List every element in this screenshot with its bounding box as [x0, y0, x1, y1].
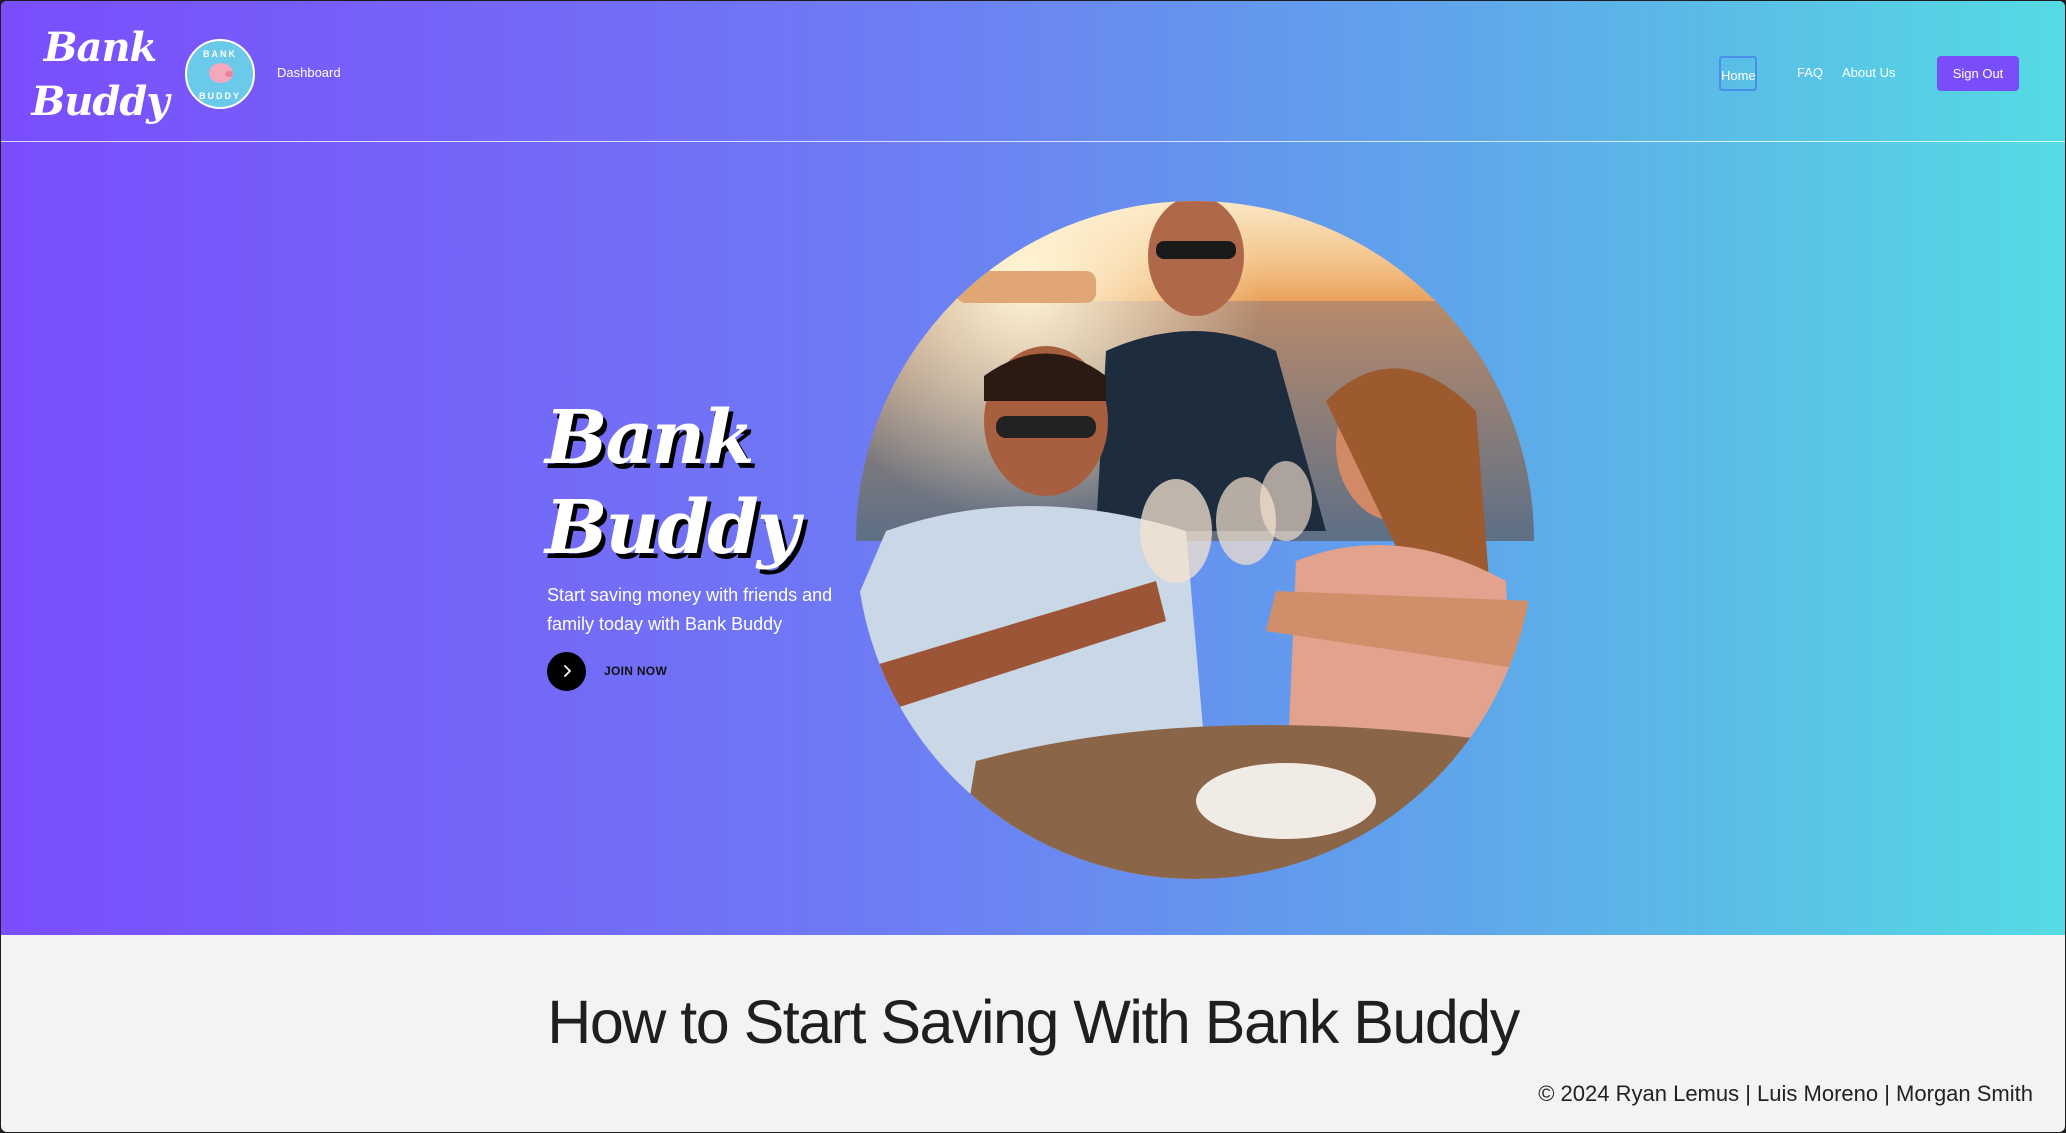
join-now-button[interactable]: JOIN NOW — [547, 651, 667, 691]
hero-section: Bank Buddy BANK BUDDY Dashboard Home FAQ… — [1, 1, 2065, 935]
hero-title-line-1: Bank — [545, 395, 755, 481]
join-now-label[interactable]: JOIN NOW — [604, 664, 667, 678]
piggy-bank-logo[interactable]: BANK BUDDY — [185, 39, 255, 109]
nav-link-dashboard[interactable]: Dashboard — [277, 65, 341, 80]
nav-link-about-us[interactable]: About Us — [1842, 65, 1895, 80]
piggy-icon — [209, 63, 233, 83]
hero-title: Bank Buddy — [545, 393, 865, 573]
brand-line-1: Bank — [43, 24, 158, 71]
friends-toasting-photo — [856, 201, 1534, 879]
hero-subtitle: Start saving money with friends and fami… — [547, 585, 833, 634]
chevron-right-icon[interactable] — [547, 651, 586, 691]
nav-link-faq[interactable]: FAQ — [1797, 65, 1823, 80]
browser-viewport: Bank Buddy BANK BUDDY Dashboard Home FAQ… — [1, 1, 2065, 1132]
sign-out-button[interactable]: Sign Out — [1937, 56, 2019, 91]
logo-ring-bottom-text: BUDDY — [198, 91, 241, 101]
top-navbar: Bank Buddy BANK BUDDY Dashboard Home FAQ… — [1, 1, 2065, 142]
nav-link-home[interactable]: Home — [1719, 56, 1757, 91]
hero-title-line-2: Buddy — [545, 485, 800, 571]
logo-ring-top-text: BANK — [203, 49, 237, 59]
brand-line-2: Buddy — [31, 78, 169, 125]
footer-copyright: © 2024 Ryan Lemus | Luis Moreno | Morgan… — [1538, 1081, 2033, 1106]
brand-wordmark[interactable]: Bank Buddy — [25, 21, 175, 129]
how-to-start-heading: How to Start Saving With Bank Buddy — [547, 988, 1520, 1056]
